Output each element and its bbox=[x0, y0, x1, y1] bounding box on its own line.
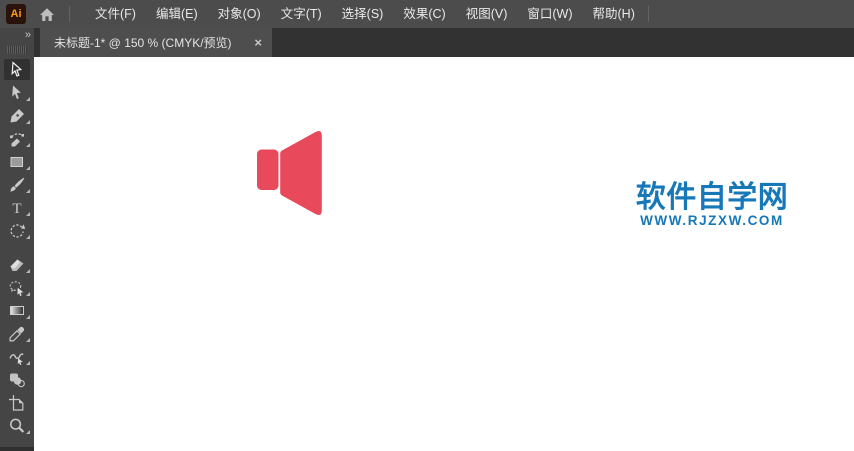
menu-window[interactable]: 窗口(W) bbox=[517, 0, 582, 28]
shaper-tool-icon bbox=[9, 352, 24, 365]
selection-tool-icon bbox=[11, 60, 23, 77]
menu-select[interactable]: 选择(S) bbox=[332, 0, 394, 28]
menu-help[interactable]: 帮助(H) bbox=[583, 0, 645, 28]
document-tab-strip: 未标题-1* @ 150 % (CMYK/预览) × bbox=[34, 28, 854, 57]
artboard-tool-icon bbox=[9, 394, 24, 411]
tool-shaper[interactable] bbox=[0, 345, 34, 368]
direct-selection-tool-icon bbox=[12, 85, 21, 99]
document-tab-title: 未标题-1* @ 150 % (CMYK/预览) bbox=[54, 36, 232, 50]
speech-bubble-cursor-icon bbox=[9, 280, 24, 296]
dock-footer bbox=[0, 447, 34, 451]
pen-tool-icon bbox=[10, 108, 24, 122]
curvature-tool-icon bbox=[10, 132, 24, 146]
artboard-canvas[interactable]: 软件自学网 WWW.RJZXW.COM bbox=[34, 57, 854, 451]
menu-object[interactable]: 对象(O) bbox=[208, 0, 271, 28]
menu-edit[interactable]: 编辑(E) bbox=[146, 0, 208, 28]
tool-lasso-bubble[interactable] bbox=[0, 276, 34, 299]
tool-paintbrush[interactable] bbox=[0, 173, 34, 196]
home-button[interactable] bbox=[36, 3, 58, 25]
tool-curvature[interactable] bbox=[0, 127, 34, 150]
menu-view[interactable]: 视图(V) bbox=[456, 0, 518, 28]
tool-rectangle[interactable] bbox=[0, 150, 34, 173]
speaker-body-shape[interactable] bbox=[257, 149, 279, 191]
illustrator-window: Ai 文件(F) 编辑(E) 对象(O) 文字(T) 选择(S) 效果(C) 视… bbox=[0, 0, 854, 451]
adobe-illustrator-logo-icon[interactable]: Ai bbox=[6, 4, 26, 24]
zoom-tool-icon bbox=[10, 418, 25, 433]
tool-gradient[interactable] bbox=[0, 299, 34, 322]
type-tool-icon: T bbox=[12, 201, 21, 217]
menubar-divider bbox=[647, 6, 649, 22]
paintbrush-tool-icon bbox=[10, 177, 25, 192]
tool-eraser[interactable] bbox=[0, 253, 34, 276]
tool-dock: » T bbox=[0, 28, 34, 451]
expand-dock-icon[interactable]: » bbox=[25, 29, 31, 41]
watermark[interactable]: 软件自学网 WWW.RJZXW.COM bbox=[616, 183, 808, 228]
speaker-artwork[interactable] bbox=[257, 128, 325, 218]
blend-tool-icon bbox=[10, 373, 25, 387]
dock-grip-handle[interactable] bbox=[7, 46, 27, 54]
tool-blend[interactable] bbox=[0, 368, 34, 391]
menu-bar: Ai 文件(F) 编辑(E) 对象(O) 文字(T) 选择(S) 效果(C) 视… bbox=[0, 0, 854, 28]
tool-rotate[interactable] bbox=[0, 219, 34, 242]
gradient-tool-icon bbox=[10, 306, 24, 315]
menu-items: 文件(F) 编辑(E) 对象(O) 文字(T) 选择(S) 效果(C) 视图(V… bbox=[85, 0, 645, 28]
rotate-tool-icon bbox=[10, 223, 26, 238]
watermark-url[interactable]: WWW.RJZXW.COM bbox=[616, 214, 808, 228]
document-tab[interactable]: 未标题-1* @ 150 % (CMYK/预览) × bbox=[40, 28, 272, 57]
tool-dock-header: » bbox=[0, 28, 34, 58]
svg-text:T: T bbox=[12, 201, 21, 217]
tool-direct-selection[interactable] bbox=[0, 81, 34, 104]
menubar-divider bbox=[69, 6, 70, 22]
tool-type[interactable]: T bbox=[0, 196, 34, 219]
home-icon bbox=[40, 7, 54, 21]
menu-type[interactable]: 文字(T) bbox=[271, 0, 332, 28]
menu-effect[interactable]: 效果(C) bbox=[393, 0, 455, 28]
tool-pen[interactable] bbox=[0, 104, 34, 127]
eraser-tool-icon bbox=[10, 259, 24, 271]
menu-file[interactable]: 文件(F) bbox=[85, 0, 146, 28]
toolbar-tools: T bbox=[0, 58, 34, 437]
tool-selection[interactable] bbox=[0, 58, 34, 81]
rectangle-tool-icon bbox=[10, 156, 23, 167]
tool-eyedropper[interactable] bbox=[0, 322, 34, 345]
eyedropper-tool-icon bbox=[9, 326, 25, 341]
watermark-title[interactable]: 软件自学网 bbox=[616, 183, 808, 213]
speaker-horn-shape[interactable] bbox=[280, 130, 322, 216]
close-tab-icon[interactable]: × bbox=[254, 35, 262, 50]
tool-artboard[interactable] bbox=[0, 391, 34, 414]
tool-zoom[interactable] bbox=[0, 414, 34, 437]
